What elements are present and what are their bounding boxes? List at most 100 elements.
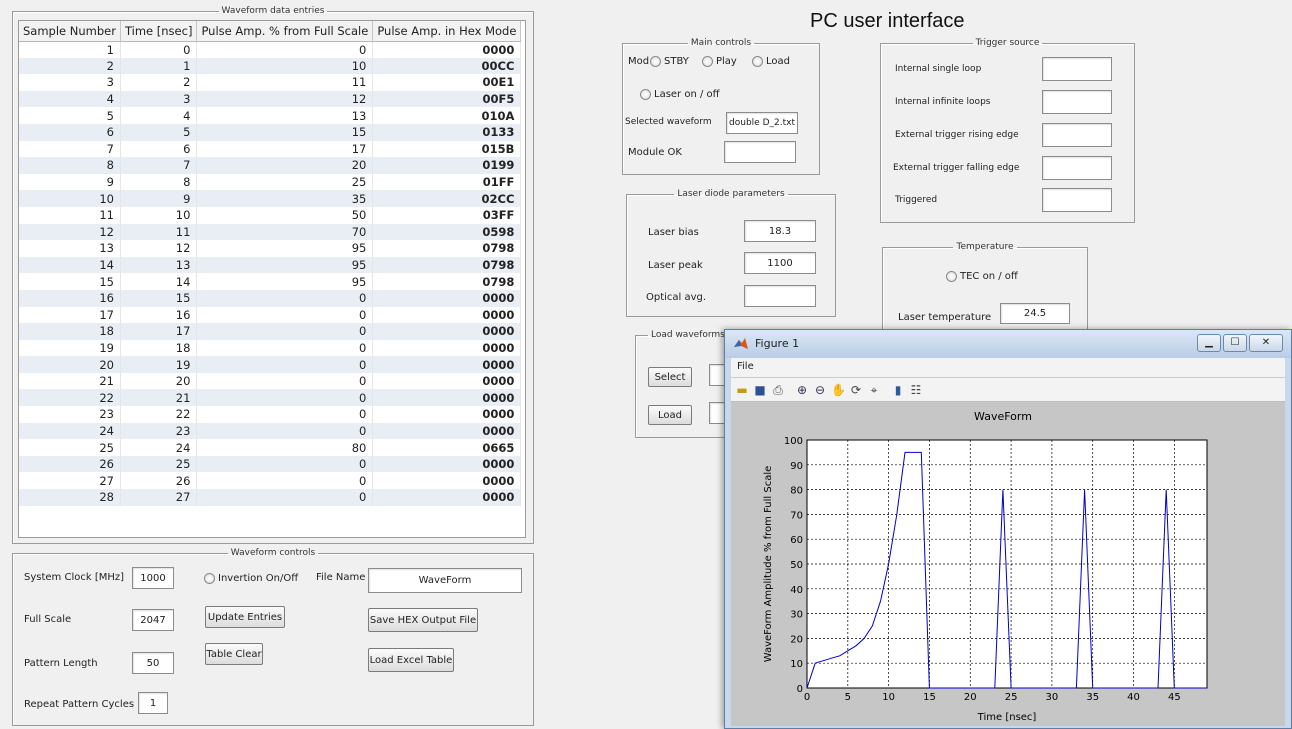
table-cell[interactable]: 0000 xyxy=(372,323,522,340)
col-pulse-amp-hex[interactable]: Pulse Amp. in Hex Mode xyxy=(372,21,522,42)
table-cell[interactable]: 0 xyxy=(196,289,374,307)
table-row[interactable]: 7 6 17 015B xyxy=(19,140,522,158)
table-cell[interactable]: 0 xyxy=(120,41,198,58)
table-row[interactable]: 2 1 10 00CC xyxy=(19,57,522,75)
table-row[interactable]: 1 0 0 0000 xyxy=(19,41,522,58)
full-scale-input[interactable]: 2047 xyxy=(132,609,174,631)
table-row[interactable]: 12 11 70 0598 xyxy=(19,223,522,241)
table-cell[interactable]: 0000 xyxy=(372,356,522,373)
table-cell[interactable]: 12 xyxy=(120,240,198,257)
table-cell[interactable]: 8 xyxy=(120,173,198,191)
table-row[interactable]: 22 21 0 0000 xyxy=(19,389,522,407)
table-cell[interactable]: 8 xyxy=(19,157,121,174)
table-cell[interactable]: 16 xyxy=(19,289,121,307)
table-row[interactable]: 25 24 80 0665 xyxy=(19,439,522,456)
table-cell[interactable]: 0199 xyxy=(372,157,522,174)
table-cell[interactable]: 0000 xyxy=(372,389,522,407)
table-row[interactable]: 8 7 20 0199 xyxy=(19,157,522,174)
table-cell[interactable]: 0000 xyxy=(372,422,522,440)
table-cell[interactable]: 0000 xyxy=(372,339,522,357)
table-cell[interactable]: 23 xyxy=(19,406,121,423)
table-cell[interactable]: 15 xyxy=(19,273,121,290)
table-cell[interactable]: 13 xyxy=(120,256,198,274)
table-cell[interactable]: 2 xyxy=(19,57,121,75)
table-cell[interactable]: 80 xyxy=(196,439,374,456)
table-cell[interactable]: 70 xyxy=(196,223,374,241)
print-icon[interactable]: ⎙ xyxy=(771,383,785,397)
table-cell[interactable]: 13 xyxy=(19,240,121,257)
table-row[interactable]: 28 27 0 0000 xyxy=(19,489,522,506)
table-cell[interactable]: 19 xyxy=(120,356,198,373)
table-cell[interactable]: 16 xyxy=(120,306,198,324)
table-cell[interactable]: 10 xyxy=(120,206,198,224)
table-row[interactable]: 17 16 0 0000 xyxy=(19,306,522,324)
table-cell[interactable]: 15 xyxy=(196,123,374,141)
table-cell[interactable]: 26 xyxy=(120,472,198,490)
table-cell[interactable]: 0665 xyxy=(372,439,522,456)
radio-load[interactable]: Load xyxy=(752,56,790,67)
table-row[interactable]: 24 23 0 0000 xyxy=(19,422,522,440)
table-row[interactable]: 5 4 13 010A xyxy=(19,107,522,124)
table-cell[interactable]: 9 xyxy=(120,190,198,207)
table-cell[interactable]: 0133 xyxy=(372,123,522,141)
table-cell[interactable]: 35 xyxy=(196,190,374,207)
save-icon[interactable]: ■ xyxy=(753,383,767,397)
table-cell[interactable]: 0 xyxy=(196,472,374,490)
table-row[interactable]: 3 2 11 00E1 xyxy=(19,74,522,91)
table-cell[interactable]: 19 xyxy=(19,339,121,357)
table-cell[interactable]: 6 xyxy=(120,140,198,158)
table-cell[interactable]: 24 xyxy=(19,422,121,440)
table-cell[interactable]: 4 xyxy=(19,90,121,108)
load-waveform-button[interactable]: Load xyxy=(648,405,692,425)
table-cell[interactable]: 0 xyxy=(196,455,374,473)
inversion-radio-icon[interactable] xyxy=(204,573,215,584)
radio-play-icon[interactable] xyxy=(702,56,713,67)
laser-peak-field[interactable]: 1100 xyxy=(744,252,816,274)
colorbar-icon[interactable]: ▮ xyxy=(891,383,905,397)
table-cell[interactable]: 00F5 xyxy=(372,90,522,108)
laser-toggle-icon[interactable] xyxy=(640,89,651,100)
radio-stby[interactable]: STBY xyxy=(650,56,689,67)
table-cell[interactable]: 2 xyxy=(120,74,198,91)
table-cell[interactable]: 01FF xyxy=(372,173,522,191)
table-cell[interactable]: 22 xyxy=(120,406,198,423)
table-cell[interactable]: 0000 xyxy=(372,372,522,390)
table-cell[interactable]: 95 xyxy=(196,240,374,257)
table-cell[interactable]: 0 xyxy=(196,323,374,340)
table-cell[interactable]: 1 xyxy=(120,57,198,75)
inversion-toggle[interactable]: Invertion On/Off xyxy=(204,573,298,584)
zoom-out-icon[interactable]: ⊖ xyxy=(813,383,827,397)
table-cell[interactable]: 015B xyxy=(372,140,522,158)
table-row[interactable]: 16 15 0 0000 xyxy=(19,289,522,307)
minimize-icon[interactable]: ▁ xyxy=(1197,334,1221,352)
table-cell[interactable]: 0798 xyxy=(372,240,522,257)
table-cell[interactable]: 21 xyxy=(19,372,121,390)
table-cell[interactable]: 0 xyxy=(196,489,374,506)
table-cell[interactable]: 0000 xyxy=(372,406,522,423)
col-sample-number[interactable]: Sample Number xyxy=(19,21,121,42)
table-cell[interactable]: 14 xyxy=(19,256,121,274)
table-cell[interactable]: 24 xyxy=(120,439,198,456)
table-cell[interactable]: 10 xyxy=(19,190,121,207)
tec-toggle-icon[interactable] xyxy=(946,271,957,282)
table-cell[interactable]: 0798 xyxy=(372,256,522,274)
table-cell[interactable]: 4 xyxy=(120,107,198,124)
table-row[interactable]: 13 12 95 0798 xyxy=(19,240,522,257)
trigger-external-falling-field[interactable] xyxy=(1042,156,1112,180)
table-cell[interactable]: 21 xyxy=(120,389,198,407)
radio-play[interactable]: Play xyxy=(702,56,737,67)
table-cell[interactable]: 27 xyxy=(19,472,121,490)
table-cell[interactable]: 25 xyxy=(19,439,121,456)
radio-load-icon[interactable] xyxy=(752,56,763,67)
table-cell[interactable]: 26 xyxy=(19,455,121,473)
table-row[interactable]: 23 22 0 0000 xyxy=(19,406,522,423)
table-cell[interactable]: 13 xyxy=(196,107,374,124)
laser-toggle[interactable]: Laser on / off xyxy=(640,89,720,100)
table-cell[interactable]: 0598 xyxy=(372,223,522,241)
table-cell[interactable]: 7 xyxy=(120,157,198,174)
table-row[interactable]: 26 25 0 0000 xyxy=(19,455,522,473)
table-cell[interactable]: 6 xyxy=(19,123,121,141)
table-cell[interactable]: 27 xyxy=(120,489,198,506)
table-cell[interactable]: 95 xyxy=(196,256,374,274)
table-cell[interactable]: 0 xyxy=(196,406,374,423)
